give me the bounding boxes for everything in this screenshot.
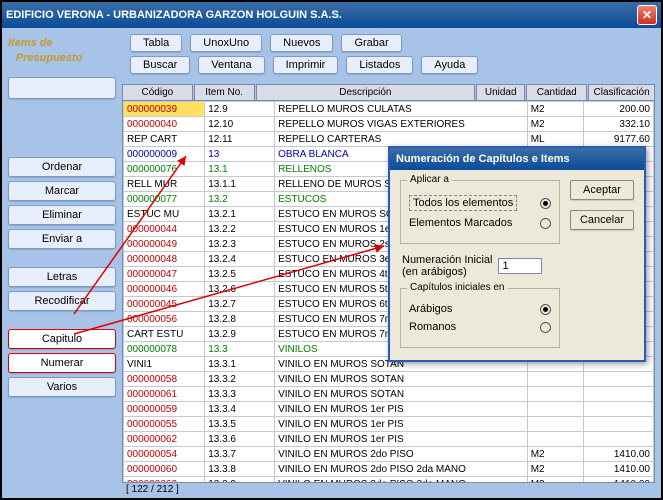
sidebar-recodificar[interactable]: Recodificar (8, 291, 116, 311)
numeration-dialog: Numeración de Capítulos e Items Aplicar … (388, 146, 646, 362)
table-row[interactable]: 00000005813.3.2VINILO EN MUROS SOTAN (124, 372, 654, 387)
apply-to-group: Aplicar a Todos los elementos Elementos … (400, 180, 560, 244)
opt-arabic[interactable]: Arábigos (409, 303, 452, 315)
dialog-title: Numeración de Capítulos e Items (390, 148, 644, 170)
toolbar-buscar[interactable]: Buscar (130, 56, 190, 74)
sidebar-blank[interactable] (8, 77, 116, 99)
col-desc[interactable]: Descripción (256, 84, 476, 100)
sidebar-letras[interactable]: Letras (8, 267, 116, 287)
sidebar-numerar[interactable]: Numerar (8, 353, 116, 373)
radio-roman[interactable] (540, 322, 551, 333)
table-row[interactable]: 00000006213.3.6VINILO EN MUROS 1er PIS (124, 432, 654, 447)
sidebar: Items de Presupuesto Ordenar Marcar Elimin… (2, 28, 122, 498)
sidebar-marcar[interactable]: Marcar (8, 181, 116, 201)
toolbar-row-1: Tabla UnoxUno Nuevos Grabar (122, 34, 655, 52)
column-headers: CódigoItem No.DescripciónUnidadCantidadC… (122, 84, 655, 100)
toolbar-ventana[interactable]: Ventana (198, 56, 264, 74)
app-window: EDIFICIO VERONA - URBANIZADORA GARZON HO… (0, 0, 663, 500)
chapters-group: Capítulos iniciales en Arábigos Romanos (400, 288, 560, 348)
sidebar-varios[interactable]: Varios (8, 377, 116, 397)
opt-roman[interactable]: Romanos (409, 321, 456, 333)
col-class[interactable]: Clasificación (588, 84, 655, 100)
col-code[interactable]: Código (122, 84, 193, 100)
sidebar-enviar a[interactable]: Enviar a (8, 229, 116, 249)
opt-marked-elements[interactable]: Elementos Marcados (409, 217, 512, 229)
cancel-button[interactable]: Cancelar (570, 210, 634, 230)
col-item[interactable]: Item No. (194, 84, 255, 100)
status-bar: [ 122 / 212 ] (122, 483, 655, 496)
toolbar-listados[interactable]: Listados (346, 56, 413, 74)
close-icon[interactable]: ✕ (637, 5, 657, 25)
radio-marked[interactable] (540, 218, 551, 229)
table-row[interactable]: 00000005513.3.5VINILO EN MUROS 1er PIS (124, 417, 654, 432)
sidebar-eliminar[interactable]: Eliminar (8, 205, 116, 225)
titlebar: EDIFICIO VERONA - URBANIZADORA GARZON HO… (2, 2, 661, 28)
radio-all[interactable] (540, 198, 551, 209)
toolbar-tabla[interactable]: Tabla (130, 34, 182, 52)
toolbar-row-2: Buscar Ventana Imprimir Listados Ayuda (122, 56, 655, 74)
window-title: EDIFICIO VERONA - URBANIZADORA GARZON HO… (6, 9, 342, 21)
toolbar-imprimir[interactable]: Imprimir (273, 56, 339, 74)
page-title: Items de Presupuesto (8, 34, 116, 65)
toolbar-nuevos[interactable]: Nuevos (270, 34, 333, 52)
opt-all-elements[interactable]: Todos los elementos (409, 195, 517, 211)
radio-arabic[interactable] (540, 304, 551, 315)
toolbar-ayuda[interactable]: Ayuda (421, 56, 478, 74)
table-row[interactable]: 00000006013.3.8VINILO EN MUROS 2do PISO … (124, 462, 654, 477)
sidebar-ordenar[interactable]: Ordenar (8, 157, 116, 177)
initial-number-label: Numeración Inicial(en arábigos) (402, 254, 492, 278)
initial-number-input[interactable] (498, 258, 542, 274)
toolbar-unoxuno[interactable]: UnoxUno (190, 34, 262, 52)
accept-button[interactable]: Aceptar (570, 180, 634, 200)
table-row[interactable]: 00000005913.3.4VINILO EN MUROS 1er PIS (124, 402, 654, 417)
sidebar-capitulo[interactable]: Capitulo (8, 329, 116, 349)
table-row[interactable]: 00000005413.3.7VINILO EN MUROS 2do PISOM… (124, 447, 654, 462)
col-qty[interactable]: Cantidad (526, 84, 587, 100)
table-row[interactable]: 00000003912.9REPELLO MUROS CULATASM2200.… (124, 102, 654, 117)
table-row[interactable]: 00000006313.3.9VINILO EN MUROS 2do PISO … (124, 477, 654, 484)
table-row[interactable]: REP CART12.11REPELLO CARTERASML9177.60 (124, 132, 654, 147)
table-row[interactable]: 00000006113.3.3VINILO EN MUROS SOTAN (124, 387, 654, 402)
toolbar-grabar[interactable]: Grabar (341, 34, 401, 52)
col-unit[interactable]: Unidad (476, 84, 525, 100)
table-row[interactable]: 00000004012.10REPELLO MUROS VIGAS EXTERI… (124, 117, 654, 132)
